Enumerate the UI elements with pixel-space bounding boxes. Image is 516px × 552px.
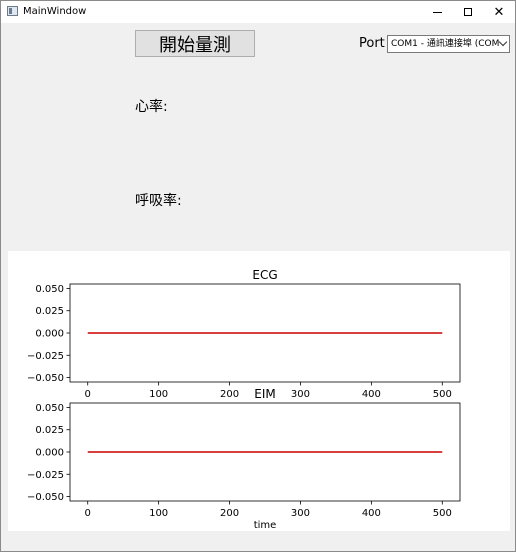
- chevron-down-icon: [498, 37, 508, 47]
- chart-1-x-tick-label: 100: [149, 508, 168, 519]
- chart-1-x-axis-label: time: [254, 520, 277, 531]
- app-window-icon: [7, 6, 18, 16]
- chart-1-y-tick-label: 0.000: [35, 448, 64, 459]
- chart-0-y-tick-label: −0.050: [27, 373, 64, 384]
- chart-0-x-tick-label: 0: [85, 389, 91, 400]
- charts-svg: ECG 0 100 200 300 400 500 0.050 0.025 0.000 −0.025…: [27, 268, 461, 531]
- heart-rate-label: 心率:: [135, 99, 168, 115]
- plot-canvas[interactable]: ECG 0 100 200 300 400 500 0.050 0.025 0.000 −0.025…: [8, 251, 510, 531]
- close-icon: ✕: [493, 4, 505, 20]
- minimize-icon: [432, 11, 442, 13]
- chart-1-title: EIM: [254, 387, 275, 401]
- close-button[interactable]: ✕: [482, 1, 516, 23]
- chart-1-x-tick-label: 0: [85, 508, 91, 519]
- chart-1-y-tick-label: −0.050: [27, 492, 64, 503]
- start-measure-button[interactable]: 開始量測: [135, 30, 255, 57]
- chart-0-y-tick-label: 0.025: [35, 306, 64, 317]
- chart-1-x-tick-label: 300: [291, 508, 310, 519]
- chart-1-y-tick-label: −0.025: [27, 470, 64, 481]
- breath-rate-label: 呼吸率:: [135, 193, 182, 209]
- minimize-button[interactable]: [420, 1, 454, 23]
- maximize-button[interactable]: [451, 1, 485, 23]
- chart-0-y-tick-label: −0.025: [27, 351, 64, 362]
- main-window: MainWindow ✕ 開始量測 Port COM1 - 通訊連接埠 (COM…: [0, 0, 516, 552]
- chart-1-y-tick-label: 0.050: [35, 403, 64, 414]
- chart-0-x-tick-label: 400: [362, 389, 381, 400]
- port-select-value: COM1 - 通訊連接埠 (COM1): [391, 39, 499, 49]
- maximize-icon: [464, 8, 472, 16]
- chart-0-x-tick-label: 100: [149, 389, 168, 400]
- chart-1-x-tick-label: 500: [433, 508, 452, 519]
- title-bar[interactable]: MainWindow ✕: [1, 1, 515, 23]
- chart-1-x-tick-label: 200: [220, 508, 239, 519]
- chart-0-x-tick-label: 200: [220, 389, 239, 400]
- chart-0-x-tick-label: 300: [291, 389, 310, 400]
- chart-0-x-tick-label: 500: [433, 389, 452, 400]
- port-select[interactable]: COM1 - 通訊連接埠 (COM1): [387, 35, 510, 53]
- chart-1-y-tick-label: 0.025: [35, 425, 64, 436]
- port-label: Port: [359, 36, 385, 51]
- chart-0-y-tick-label: 0.050: [35, 284, 64, 295]
- chart-0-title: ECG: [252, 268, 277, 282]
- chart-1-x-tick-label: 400: [362, 508, 381, 519]
- window-title: MainWindow: [23, 6, 87, 17]
- chart-0-y-tick-label: 0.000: [35, 329, 64, 340]
